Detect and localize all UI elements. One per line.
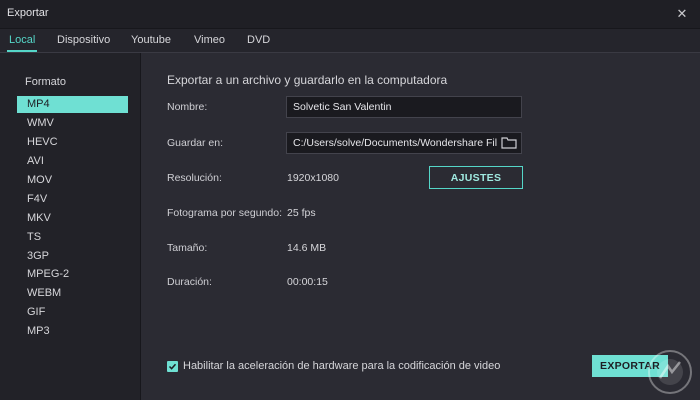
tab-bar: Local Dispositivo Youtube Vimeo DVD: [0, 29, 700, 53]
save-location-label: Guardar en:: [167, 137, 224, 149]
size-value: 14.6 MB: [287, 242, 327, 254]
framerate-label: Fotograma por segundo:: [167, 207, 282, 219]
tab-youtube[interactable]: Youtube: [131, 29, 171, 51]
hardware-acceleration-label: Habilitar la aceleración de hardware par…: [183, 360, 501, 372]
format-item-avi[interactable]: AVI: [17, 153, 128, 170]
format-item-gif[interactable]: GIF: [17, 304, 128, 321]
format-item-ts[interactable]: TS: [17, 229, 128, 246]
format-item-mpeg2[interactable]: MPEG-2: [17, 266, 128, 283]
hardware-acceleration-option: Habilitar la aceleración de hardware par…: [167, 360, 500, 372]
save-path-field[interactable]: C:/Users/solve/Documents/Wondershare Fil: [286, 132, 522, 154]
checkmark-icon: [168, 363, 177, 370]
window-title: Exportar: [7, 7, 49, 19]
format-item-f4v[interactable]: F4V: [17, 191, 128, 208]
tab-vimeo[interactable]: Vimeo: [194, 29, 225, 51]
format-item-wmv[interactable]: WMV: [17, 115, 128, 132]
title-bar: Exportar ✕: [0, 0, 700, 29]
format-item-mov[interactable]: MOV: [17, 172, 128, 189]
format-item-mkv[interactable]: MKV: [17, 210, 128, 227]
name-label: Nombre:: [167, 101, 208, 113]
tab-local[interactable]: Local: [6, 29, 38, 52]
duration-label: Duración:: [167, 276, 212, 288]
panel-heading: Exportar a un archivo y guardarlo en la …: [167, 73, 448, 87]
framerate-value: 25 fps: [287, 207, 316, 219]
format-sidebar: Formato MP4 WMV HEVC AVI MOV F4V MKV TS …: [0, 53, 141, 400]
export-settings-panel: Exportar a un archivo y guardarlo en la …: [141, 53, 700, 400]
size-label: Tamaño:: [167, 242, 208, 254]
save-path-text: C:/Users/solve/Documents/Wondershare Fil: [293, 137, 498, 149]
format-item-webm[interactable]: WEBM: [17, 285, 128, 302]
tab-dispositivo[interactable]: Dispositivo: [57, 29, 110, 51]
format-item-mp3[interactable]: MP3: [17, 323, 128, 340]
resolution-value: 1920x1080: [287, 172, 339, 184]
format-item-mp4[interactable]: MP4: [17, 96, 128, 113]
watermark-logo-icon: [648, 350, 692, 394]
format-item-hevc[interactable]: HEVC: [17, 134, 128, 151]
format-heading: Formato: [25, 76, 66, 88]
tab-dvd[interactable]: DVD: [247, 29, 270, 51]
duration-value: 00:00:15: [287, 276, 328, 288]
hardware-acceleration-checkbox[interactable]: [167, 360, 178, 372]
name-input[interactable]: [286, 96, 522, 118]
close-icon[interactable]: ✕: [672, 4, 692, 24]
folder-icon[interactable]: [501, 136, 517, 150]
settings-button[interactable]: AJUSTES: [429, 166, 523, 189]
resolution-label: Resolución:: [167, 172, 222, 184]
format-item-3gp[interactable]: 3GP: [17, 248, 128, 265]
